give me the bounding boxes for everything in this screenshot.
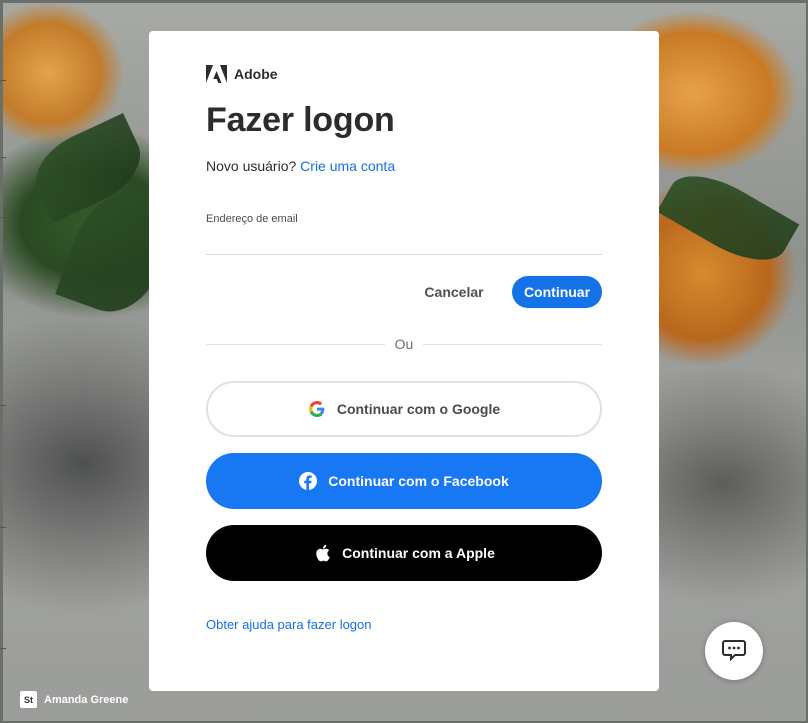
facebook-button-label: Continuar com o Facebook [328,473,509,489]
adobe-logo-icon [206,65,227,83]
page-title: Fazer logon [206,101,395,139]
email-label: Endereço de email [206,213,298,225]
divider-line [206,343,385,345]
cancel-button[interactable]: Cancelar [419,276,489,308]
apple-icon [313,544,331,562]
continue-button[interactable]: Continuar [512,276,602,308]
leaf-decoration [656,159,800,277]
or-divider: Ou [206,335,602,353]
divider-text: Ou [394,336,414,352]
google-button-label: Continuar com o Google [336,401,501,417]
brand: Adobe [206,65,278,83]
divider-line [423,343,602,345]
apple-button-label: Continuar com a Apple [342,545,495,561]
email-field[interactable] [206,231,602,255]
new-user-prompt: Novo usuário? Crie uma conta [206,158,395,174]
stock-badge-icon: St [20,691,37,708]
photo-credit: St Amanda Greene [20,691,128,708]
google-icon [308,400,326,418]
chat-button[interactable] [705,622,763,680]
chat-icon [722,639,746,664]
facebook-signin-button[interactable]: Continuar com o Facebook [206,453,602,509]
help-link[interactable]: Obter ajuda para fazer logon [206,617,372,632]
create-account-link[interactable]: Crie uma conta [300,158,395,174]
facebook-icon [299,472,318,490]
apple-signin-button[interactable]: Continuar com a Apple [206,525,602,581]
new-user-text: Novo usuário? [206,158,297,174]
login-card: Adobe Fazer logon Novo usuário? Crie uma… [149,31,659,691]
google-signin-button[interactable]: Continuar com o Google [206,381,602,437]
brand-name: Adobe [234,66,278,82]
photo-credit-author: Amanda Greene [44,693,129,706]
